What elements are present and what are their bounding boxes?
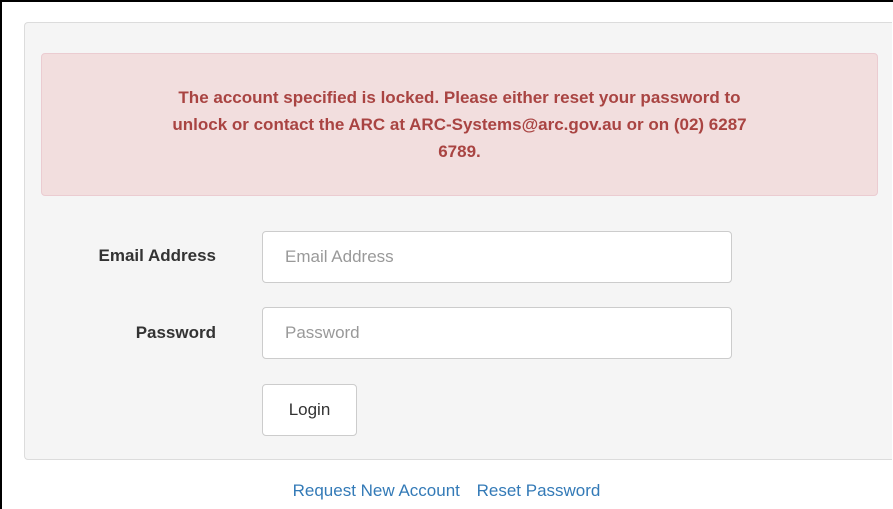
- alert-line: 6789.: [438, 142, 481, 161]
- email-label: Email Address: [98, 246, 216, 265]
- password-label: Password: [135, 323, 216, 342]
- alert-message: The account specified is locked. Please …: [172, 84, 746, 165]
- request-new-account-link[interactable]: Request New Account: [293, 481, 460, 500]
- footer-links: Request New Account Reset Password: [0, 481, 893, 501]
- alert-line: The account specified is locked. Please …: [178, 88, 741, 107]
- email-field[interactable]: [262, 231, 732, 283]
- password-field[interactable]: [262, 307, 732, 359]
- login-button[interactable]: Login: [262, 384, 357, 436]
- alert-line: unlock or contact the ARC at ARC-Systems…: [172, 115, 747, 134]
- account-locked-alert: The account specified is locked. Please …: [41, 53, 878, 196]
- reset-password-link[interactable]: Reset Password: [477, 481, 601, 500]
